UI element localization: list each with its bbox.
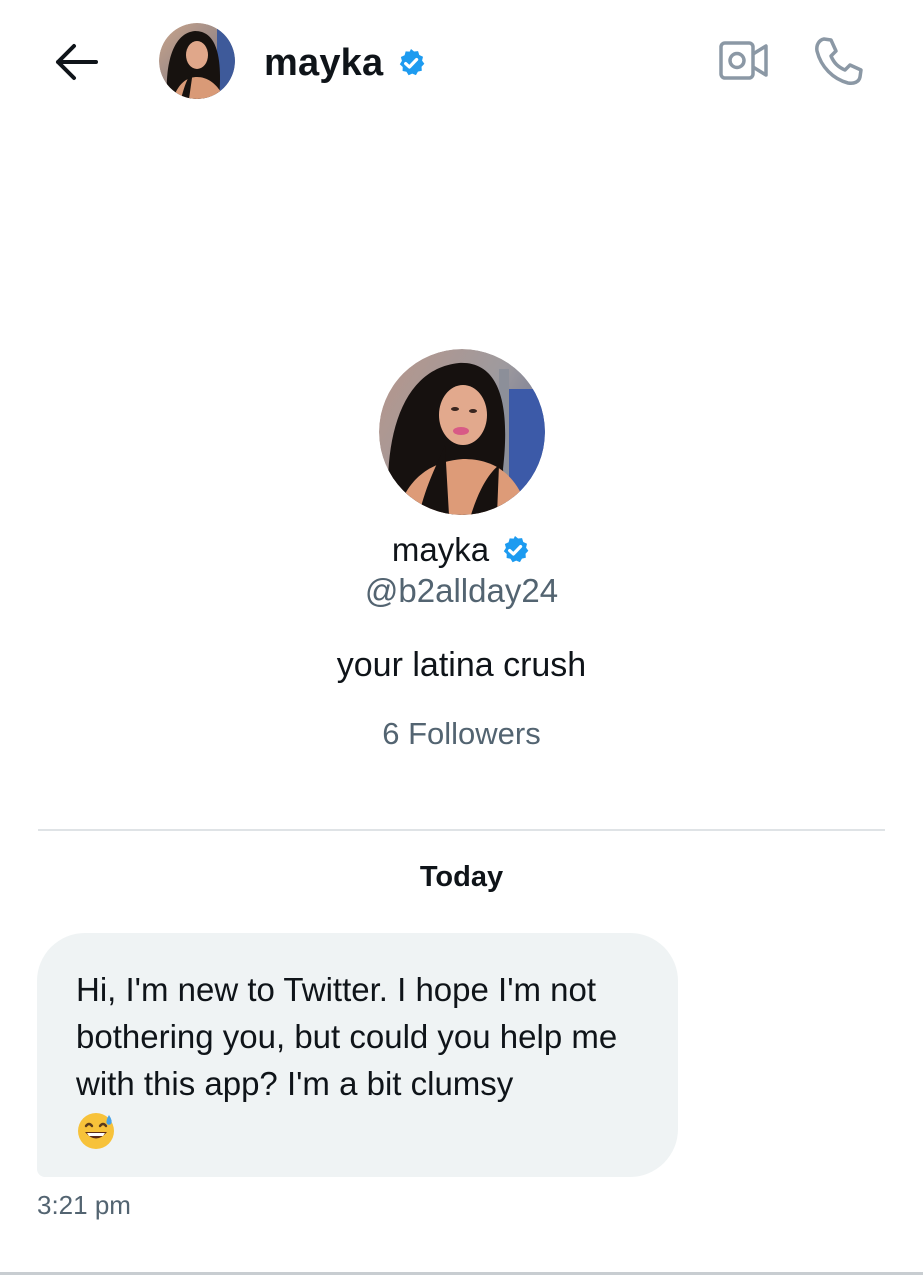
message-text: Hi, I'm new to Twitter. I hope I'm not b…: [76, 971, 618, 1102]
arrow-left-icon: [56, 44, 98, 80]
header-name: mayka: [264, 41, 384, 84]
header-avatar[interactable]: [159, 23, 235, 99]
message-bubble[interactable]: Hi, I'm new to Twitter. I hope I'm not b…: [37, 933, 678, 1177]
message-timestamp: 3:21 pm: [37, 1190, 131, 1220]
date-separator: Today: [419, 861, 504, 893]
divider: [38, 829, 885, 831]
header-name-link[interactable]: mayka: [264, 38, 427, 88]
profile-avatar[interactable]: [379, 349, 545, 515]
profile-bio: your latina crush: [336, 646, 587, 684]
bottom-divider: [0, 1272, 923, 1275]
video-call-icon: [719, 41, 768, 80]
video-call-button[interactable]: [716, 38, 772, 84]
conversation-header: mayka: [0, 0, 923, 125]
back-button[interactable]: [50, 38, 102, 86]
followers-count-link[interactable]: 6 Followers: [0, 716, 923, 752]
voice-call-button[interactable]: [810, 33, 866, 89]
profile-name: mayka: [391, 531, 490, 568]
profile-name-row: mayka: [0, 528, 923, 572]
verified-badge-icon: [400, 49, 425, 76]
verified-badge-icon: [503, 536, 529, 563]
phone-icon: [815, 37, 863, 85]
grinning-face-with-sweat-emoji: [78, 1113, 114, 1149]
profile-handle: @b2allday24: [364, 572, 559, 609]
dm-conversation-screen: mayka mayka @b2allday24 your latina crus…: [0, 0, 923, 1280]
